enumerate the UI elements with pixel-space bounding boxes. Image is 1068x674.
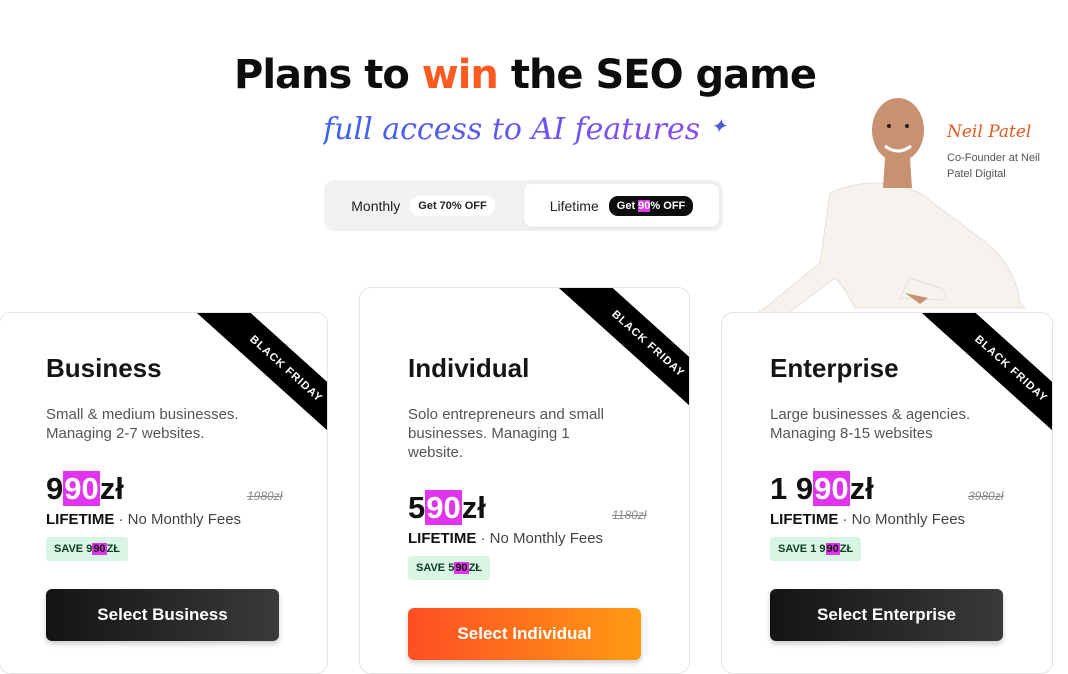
presenter-role: Co-Founder at Neil Patel Digital [947, 152, 1040, 180]
save-highlight: 90 [92, 543, 107, 555]
plan-title: Individual [408, 353, 530, 383]
plan-price: 590zł [408, 490, 486, 526]
lifetime-tag: LIFETIME [46, 511, 115, 528]
lifetime-label: Lifetime [549, 197, 599, 214]
plan-lifetime: LIFETIME · No Monthly Fees [46, 511, 241, 528]
title-accent: win [421, 52, 499, 98]
save-highlight: 90 [454, 562, 469, 574]
plan-card-business: BLACK FRIDAY Business Small & medium bus… [0, 312, 328, 674]
lifetime-tag: LIFETIME [408, 530, 477, 547]
save-pre: SAVE 1 9 [778, 543, 826, 555]
price-highlight: 90 [425, 490, 462, 525]
plan-description: Large businesses & agencies. Managing 8-… [770, 406, 971, 442]
badge-highlight: 90 [638, 199, 651, 212]
select-enterprise-button[interactable]: Select Enterprise [770, 589, 1003, 641]
plan-save-badge: SAVE 590ZŁ [408, 556, 491, 580]
price-post: zł [461, 490, 486, 525]
title-before: Plans to [234, 52, 422, 98]
plan-old-price: 1980zł [247, 489, 283, 503]
select-business-button[interactable]: Select Business [46, 589, 279, 641]
price-pre: 9 [46, 471, 64, 506]
presenter-name: Neil Patel [947, 122, 1032, 142]
monthly-discount-badge: Get 70% OFF [410, 195, 495, 216]
lifetime-note: · No Monthly Fees [476, 530, 604, 547]
subtitle-text: full access to AI features [323, 112, 701, 147]
plan-old-price: 3980zł [968, 489, 1004, 503]
plan-title: Enterprise [770, 353, 899, 383]
billing-toggle: Monthly Get 70% OFF Lifetime Get 90% OFF [324, 180, 723, 231]
price-post: zł [849, 471, 874, 506]
plan-lifetime: LIFETIME · No Monthly Fees [770, 511, 965, 528]
plan-old-price: 1180zł [612, 508, 647, 522]
price-post: zł [99, 471, 124, 506]
plan-title: Business [46, 353, 162, 383]
plan-card-individual: BLACK FRIDAY Individual Solo entrepreneu… [359, 287, 690, 674]
price-highlight: 90 [63, 471, 100, 506]
save-post: ZŁ [106, 543, 121, 555]
ribbon: BLACK FRIDAY [549, 288, 689, 418]
plan-save-badge: SAVE 1 990ZŁ [770, 537, 862, 561]
plan-save-badge: SAVE 990ZŁ [46, 537, 129, 561]
plan-description: Small & medium businesses. Managing 2-7 … [46, 406, 239, 442]
price-pre: 5 [408, 490, 426, 525]
lifetime-note: · No Monthly Fees [114, 511, 242, 528]
badge-pre: Get [616, 199, 639, 212]
plan-card-enterprise: BLACK FRIDAY Enterprise Large businesses… [721, 312, 1053, 674]
price-pre: 1 9 [770, 471, 814, 506]
lifetime-note: · No Monthly Fees [838, 511, 966, 528]
save-post: ZŁ [839, 543, 854, 555]
toggle-monthly[interactable]: Monthly Get 70% OFF [328, 184, 518, 227]
plan-description: Solo entrepreneurs and small businesses.… [408, 406, 604, 461]
save-pre: SAVE 9 [54, 543, 93, 555]
plan-price: 990zł [46, 471, 124, 507]
select-individual-button[interactable]: Select Individual [408, 608, 641, 660]
plan-price: 1 990zł [770, 471, 874, 507]
save-highlight: 90 [825, 543, 840, 555]
ribbon-text: BLACK FRIDAY [557, 288, 689, 418]
price-highlight: 90 [813, 471, 850, 506]
monthly-label: Monthly [351, 197, 401, 214]
save-post: ZŁ [468, 562, 483, 574]
lifetime-tag: LIFETIME [770, 511, 839, 528]
plan-lifetime: LIFETIME · No Monthly Fees [408, 530, 603, 547]
save-pre: SAVE 5 [416, 562, 455, 574]
